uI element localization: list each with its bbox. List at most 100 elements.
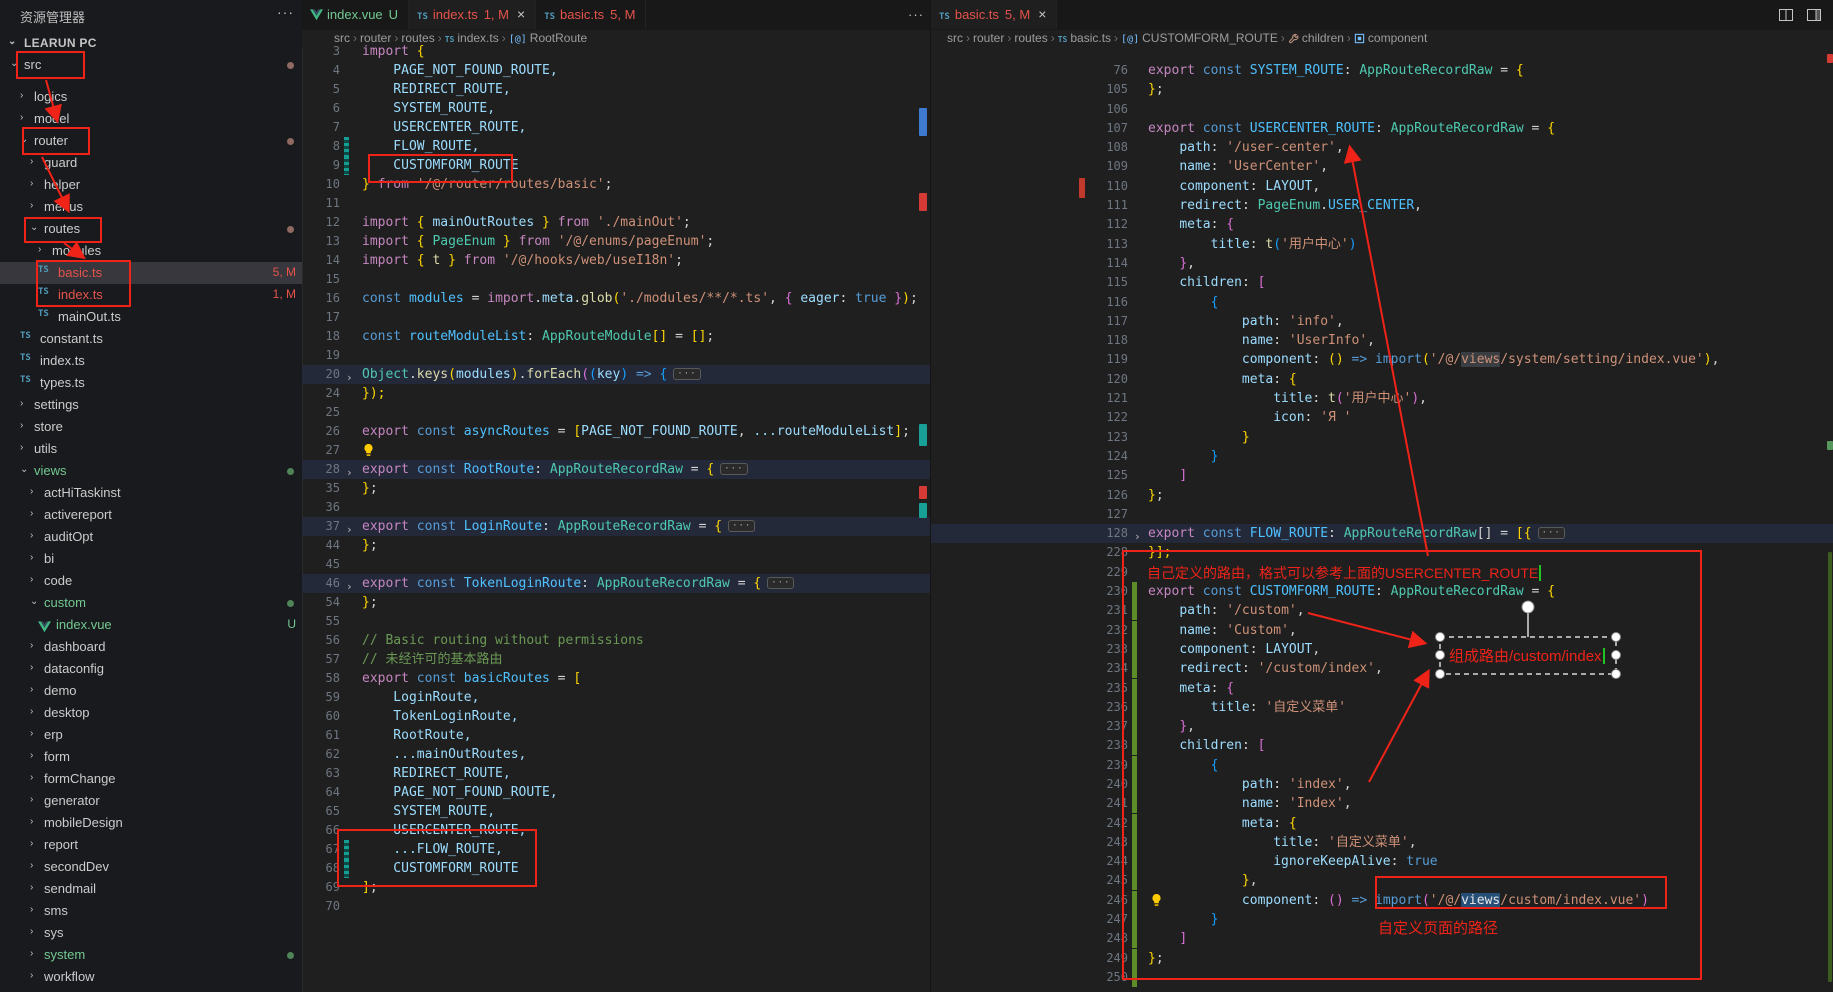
- code-line-26[interactable]: 26export const asyncRoutes = [PAGE_NOT_F…: [302, 422, 930, 441]
- code-line-235[interactable]: 235 meta: {: [931, 679, 1833, 698]
- code-line-125[interactable]: 125 ]: [931, 466, 1833, 485]
- tree-item-workflow[interactable]: ›workflow: [0, 966, 302, 988]
- code-line-65[interactable]: 65 SYSTEM_ROUTE,: [302, 802, 930, 821]
- code-line-25[interactable]: 25: [302, 403, 930, 422]
- breadcrumb-item-routes[interactable]: routes: [1014, 31, 1047, 45]
- code-line-46[interactable]: 46›export const TokenLoginRoute: AppRout…: [302, 574, 930, 593]
- code-line-13[interactable]: 13import { PageEnum } from '/@/enums/pag…: [302, 232, 930, 251]
- code-line-69[interactable]: 69];: [302, 878, 930, 897]
- code-line-12[interactable]: 12import { mainOutRoutes } from './mainO…: [302, 213, 930, 232]
- code-line-127[interactable]: 127: [931, 505, 1833, 524]
- code-line-44[interactable]: 44};: [302, 536, 930, 555]
- tree-item-modules[interactable]: ›modules: [0, 240, 302, 262]
- code-line-5[interactable]: 5 REDIRECT_ROUTE,: [302, 80, 930, 99]
- breadcrumb-item-basic.ts[interactable]: TSbasic.ts: [1058, 31, 1111, 45]
- code-line-239[interactable]: 239 {: [931, 756, 1833, 775]
- code-line-18[interactable]: 18const routeModuleList: AppRouteModule[…: [302, 327, 930, 346]
- tree-item-menus[interactable]: ›menus: [0, 196, 302, 218]
- tree-item-basic.ts[interactable]: TSbasic.ts5, M: [0, 262, 302, 284]
- code-line-109[interactable]: 109 name: 'UserCenter',: [931, 157, 1833, 176]
- tab-basic.ts[interactable]: TSbasic.ts5, M: [536, 0, 646, 29]
- tree-item-src[interactable]: ⌄src: [0, 54, 302, 76]
- workspace-section-header[interactable]: ⌄ LEARUN PC: [0, 33, 302, 55]
- tree-item-report[interactable]: ›report: [0, 834, 302, 856]
- code-editor-middle[interactable]: 3import {4 PAGE_NOT_FOUND_ROUTE,5 REDIRE…: [302, 42, 930, 916]
- tree-item-utils[interactable]: ›utils: [0, 438, 302, 460]
- code-line-56[interactable]: 56// Basic routing without permissions: [302, 631, 930, 650]
- code-line-240[interactable]: 240 path: 'index',: [931, 775, 1833, 794]
- code-line-236[interactable]: 236 title: '自定义菜单': [931, 698, 1833, 717]
- more-actions-icon[interactable]: ···: [908, 7, 924, 22]
- tree-item-system[interactable]: ›system: [0, 944, 302, 966]
- code-line-57[interactable]: 57// 未经许可的基本路由: [302, 650, 930, 669]
- tree-item-secondDev[interactable]: ›secondDev: [0, 856, 302, 878]
- annotation-note-route[interactable]: 组成路由/custom/index: [1449, 645, 1605, 666]
- tree-item-demo[interactable]: ›demo: [0, 680, 302, 702]
- code-line-4[interactable]: 4 PAGE_NOT_FOUND_ROUTE,: [302, 61, 930, 80]
- code-line-228[interactable]: 228}];: [931, 543, 1833, 562]
- code-line-66[interactable]: 66 USERCENTER_ROUTE,: [302, 821, 930, 840]
- code-line-116[interactable]: 116 {: [931, 293, 1833, 312]
- lightbulb-icon[interactable]: [362, 443, 376, 457]
- code-line-234[interactable]: 234 redirect: '/custom/index',: [931, 659, 1833, 678]
- tree-item-index.ts[interactable]: TSindex.ts: [0, 350, 302, 372]
- tree-item-helper[interactable]: ›helper: [0, 174, 302, 196]
- tree-item-custom[interactable]: ⌄custom: [0, 592, 302, 614]
- editor-layout-icon[interactable]: [1806, 7, 1822, 23]
- code-line-59[interactable]: 59 LoginRoute,: [302, 688, 930, 707]
- code-line-120[interactable]: 120 meta: {: [931, 370, 1833, 389]
- tab-index.ts[interactable]: TSindex.ts1, M×: [409, 0, 536, 29]
- code-line-232[interactable]: 232 name: 'Custom',: [931, 621, 1833, 640]
- code-line-14[interactable]: 14import { t } from '/@/hooks/web/useI18…: [302, 251, 930, 270]
- code-line-122[interactable]: 122 icon: 'Я ': [931, 408, 1833, 427]
- tab-index.vue[interactable]: index.vueU: [302, 0, 409, 29]
- code-line-231[interactable]: 231 path: '/custom',: [931, 601, 1833, 620]
- code-line-27[interactable]: 27: [302, 441, 930, 460]
- code-line-128[interactable]: 128›export const FLOW_ROUTE: AppRouteRec…: [931, 524, 1833, 543]
- code-line-36[interactable]: 36: [302, 498, 930, 517]
- code-line-28[interactable]: 28›export const RootRoute: AppRouteRecor…: [302, 460, 930, 479]
- code-line-230[interactable]: 230export const CUSTOMFORM_ROUTE: AppRou…: [931, 582, 1833, 601]
- folded-code-ellipsis[interactable]: ···: [767, 577, 794, 589]
- code-line-45[interactable]: 45: [302, 555, 930, 574]
- code-line-17[interactable]: 17: [302, 308, 930, 327]
- code-line-111[interactable]: 111 redirect: PageEnum.USER_CENTER,: [931, 196, 1833, 215]
- code-line-110[interactable]: 110 component: LAYOUT,: [931, 177, 1833, 196]
- tree-item-generator[interactable]: ›generator: [0, 790, 302, 812]
- tab-basic.ts[interactable]: TSbasic.ts5, M×: [931, 0, 1057, 29]
- tree-item-types.ts[interactable]: TStypes.ts: [0, 372, 302, 394]
- close-icon[interactable]: ×: [517, 6, 525, 22]
- folded-code-ellipsis[interactable]: ···: [728, 520, 755, 532]
- more-actions-icon[interactable]: ···: [277, 4, 294, 20]
- code-line-113[interactable]: 113 title: t('用户中心'): [931, 235, 1833, 254]
- tree-item-bi[interactable]: ›bi: [0, 548, 302, 570]
- code-line-37[interactable]: 37›export const LoginRoute: AppRouteReco…: [302, 517, 930, 536]
- close-icon[interactable]: ×: [1038, 6, 1046, 22]
- tree-item-sendmail[interactable]: ›sendmail: [0, 878, 302, 900]
- tree-item-mainOut.ts[interactable]: TSmainOut.ts: [0, 306, 302, 328]
- tree-item-views[interactable]: ⌄views: [0, 460, 302, 482]
- tree-item-desktop[interactable]: ›desktop: [0, 702, 302, 724]
- tree-item-activereport[interactable]: ›activereport: [0, 504, 302, 526]
- split-editor-icon[interactable]: [1778, 7, 1794, 23]
- tree-item-actHiTaskinst[interactable]: ›actHiTaskinst: [0, 482, 302, 504]
- tree-item-dataconfig[interactable]: ›dataconfig: [0, 658, 302, 680]
- code-line-61[interactable]: 61 RootRoute,: [302, 726, 930, 745]
- code-line-20[interactable]: 20›Object.keys(modules).forEach((key) =>…: [302, 365, 930, 384]
- tree-item-logics[interactable]: ›logics: [0, 86, 302, 108]
- code-line-16[interactable]: 16const modules = import.meta.glob('./mo…: [302, 289, 930, 308]
- code-line-68[interactable]: 68 CUSTOMFORM_ROUTE: [302, 859, 930, 878]
- code-line-112[interactable]: 112 meta: {: [931, 215, 1833, 234]
- folded-code-ellipsis[interactable]: ···: [720, 463, 747, 475]
- tree-item-sys[interactable]: ›sys: [0, 922, 302, 944]
- code-line-124[interactable]: 124 }: [931, 447, 1833, 466]
- code-line-58[interactable]: 58export const basicRoutes = [: [302, 669, 930, 688]
- code-line-9[interactable]: 9 CUSTOMFORM_ROUTE: [302, 156, 930, 175]
- code-line-70[interactable]: 70: [302, 897, 930, 916]
- code-line-118[interactable]: 118 name: 'UserInfo',: [931, 331, 1833, 350]
- tree-item-mobileDesign[interactable]: ›mobileDesign: [0, 812, 302, 834]
- code-line-106[interactable]: 106: [931, 100, 1833, 119]
- code-line-7[interactable]: 7 USERCENTER_ROUTE,: [302, 118, 930, 137]
- code-line-64[interactable]: 64 PAGE_NOT_FOUND_ROUTE,: [302, 783, 930, 802]
- tree-item-index.ts[interactable]: TSindex.ts1, M: [0, 284, 302, 306]
